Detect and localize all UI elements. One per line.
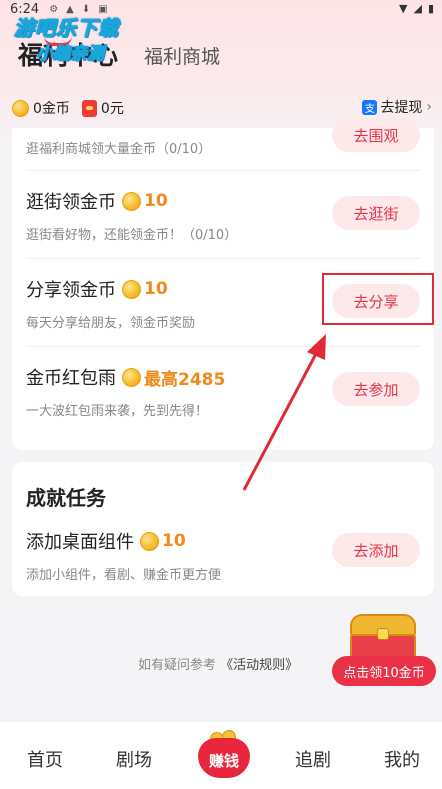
claim-coins-button[interactable]: 点击领10金币 — [332, 656, 436, 686]
rules-link[interactable]: 《活动规则》 — [220, 658, 298, 673]
nav-mine[interactable]: 我的 — [384, 746, 420, 772]
nav-earn[interactable]: 赚钱 — [196, 730, 252, 778]
nav-follow[interactable]: 追剧 — [295, 746, 331, 772]
rules-prefix: 如有疑问参考 — [138, 658, 217, 673]
nav-earn-label: 赚钱 — [208, 752, 239, 770]
rules-row: 如有疑问参考 《活动规则》 — [138, 654, 298, 673]
nav-home[interactable]: 首页 — [27, 746, 63, 772]
treasure-chest-icon — [350, 610, 416, 660]
nav-theater[interactable]: 剧场 — [116, 746, 152, 772]
bottom-nav: 首页 剧场 赚钱 追剧 我的 — [0, 722, 442, 789]
